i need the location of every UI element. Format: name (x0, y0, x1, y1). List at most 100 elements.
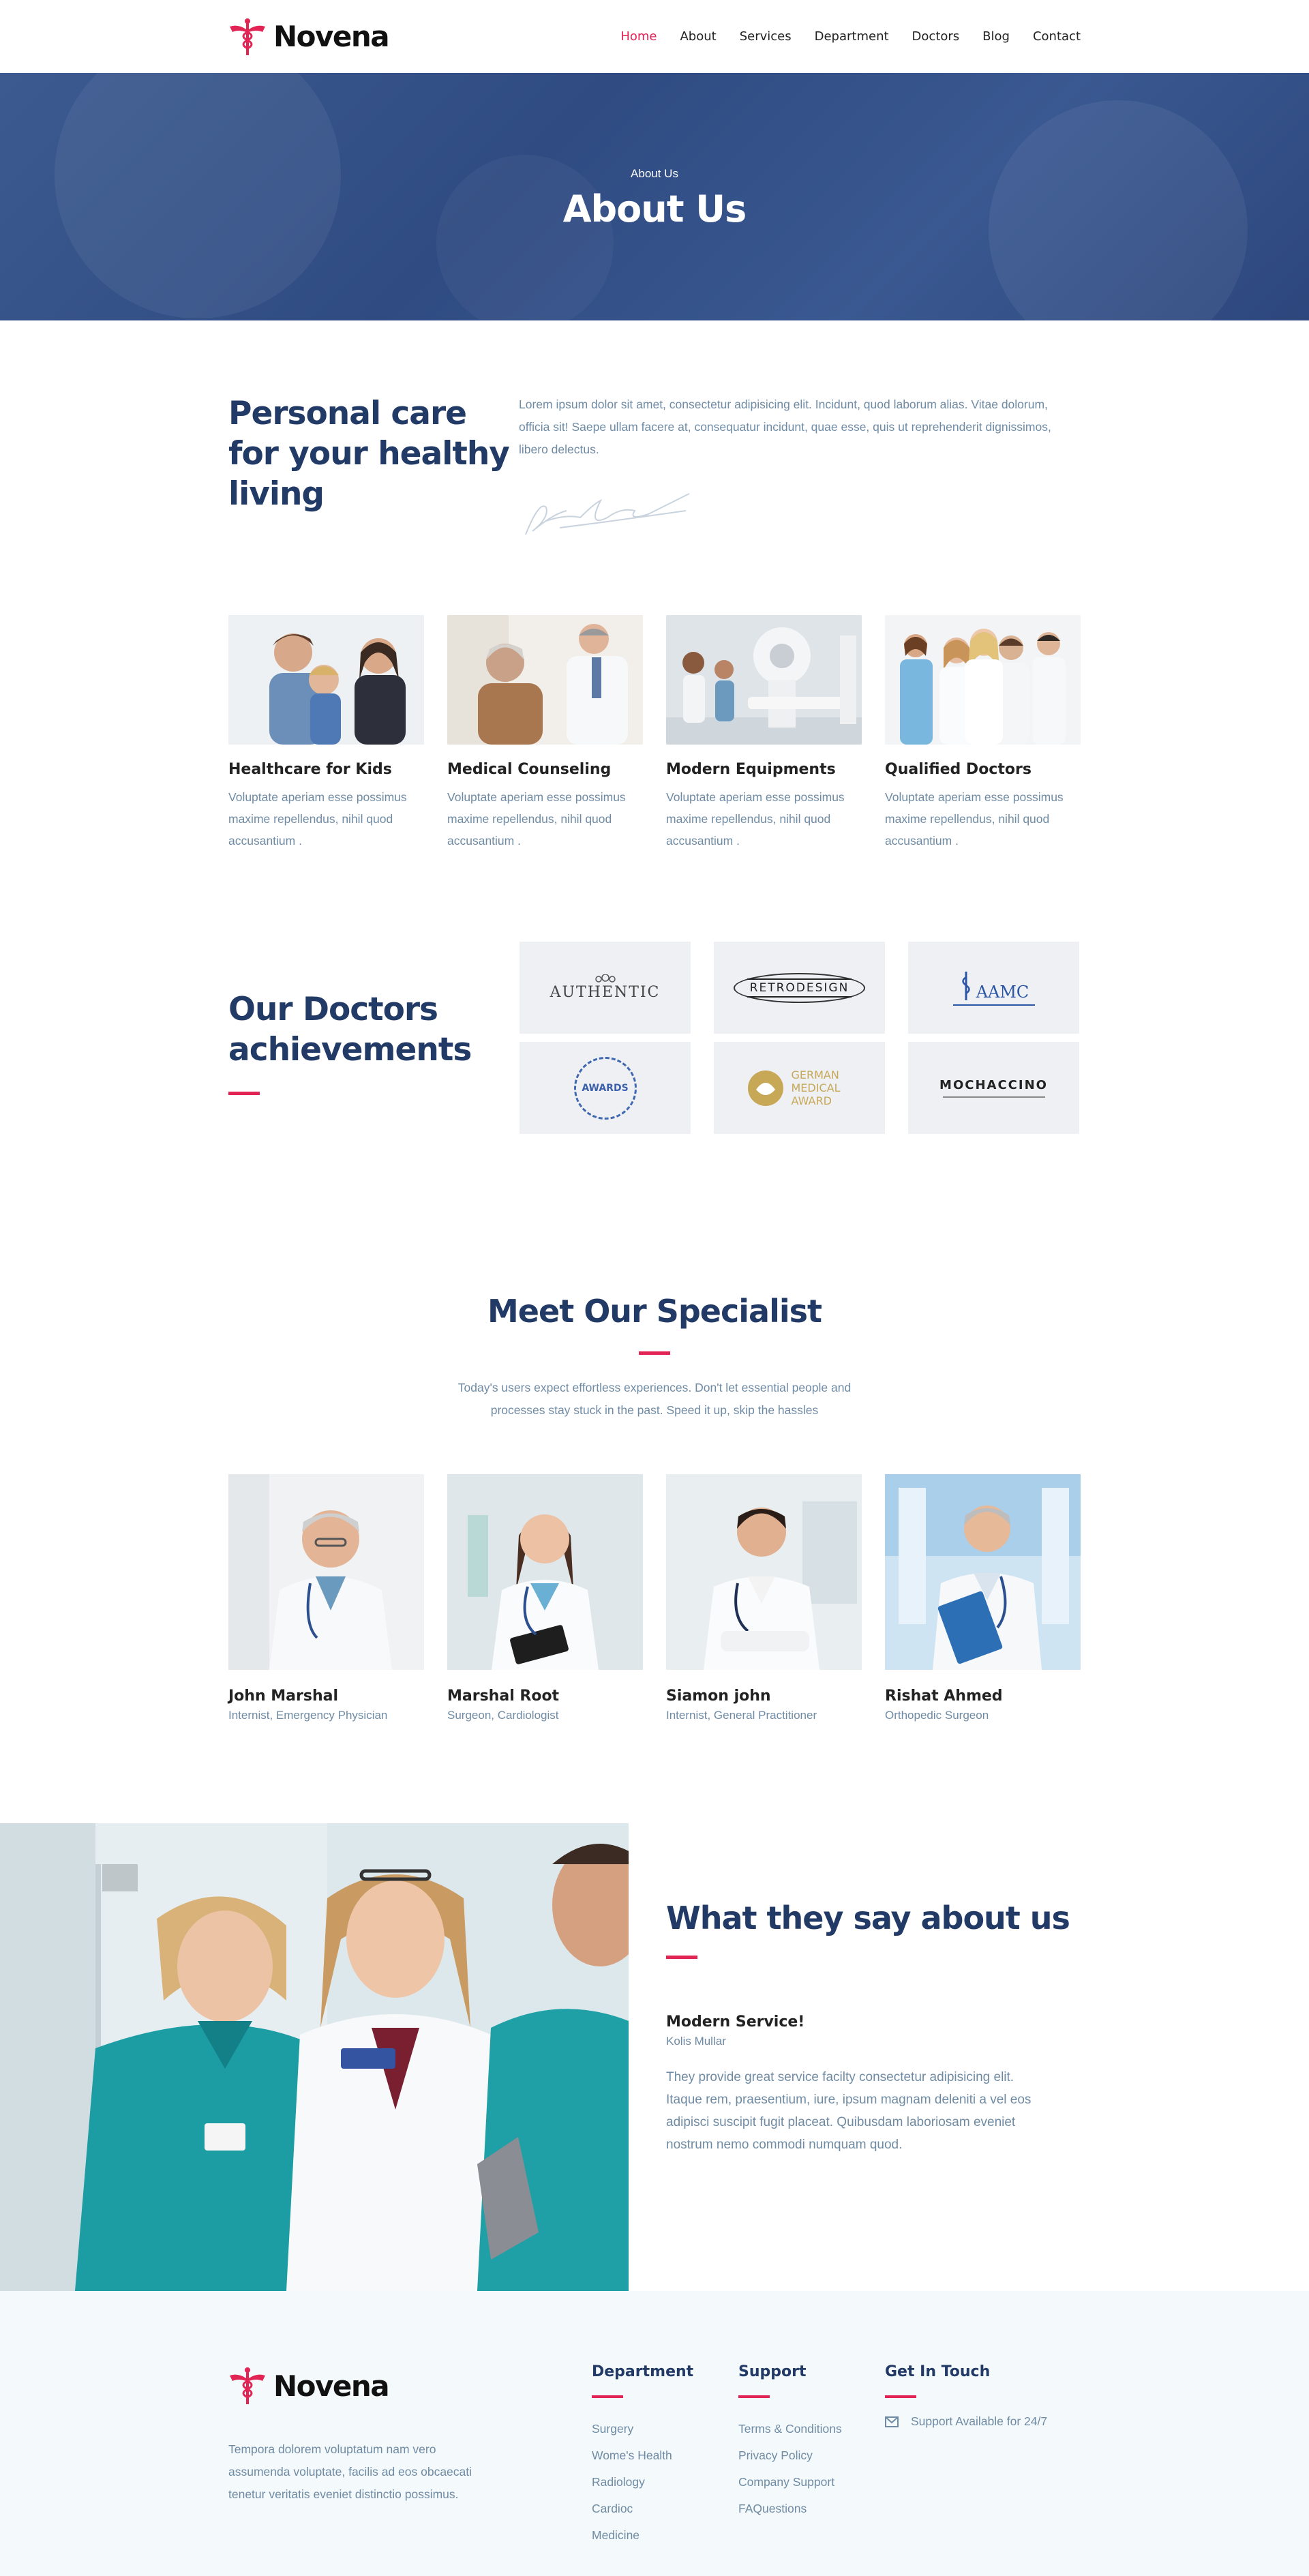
footer-link[interactable]: Medicine (592, 2522, 738, 2549)
testimonial-section: What they say about us Modern Service! K… (0, 1823, 1309, 2291)
medical-team-photo (0, 1823, 629, 2291)
email-icon (885, 2416, 899, 2427)
brand-name: Novena (273, 2369, 390, 2403)
doctor-role: Internist, General Practitioner (666, 1709, 817, 1722)
feature-text: Voluptate aperiam esse possimus maxime r… (666, 790, 845, 848)
title-divider (639, 1351, 670, 1355)
feature-card: Healthcare for Kids Voluptate aperiam es… (228, 615, 424, 852)
title-divider (592, 2395, 623, 2398)
signature-image (525, 493, 690, 535)
page-title: About Us (562, 188, 747, 230)
navbar: Novena Home About Services Department Do… (0, 0, 1309, 73)
doctor-name: Marshal Root (447, 1688, 560, 1705)
doctor-card[interactable]: John Marshal Internist, Emergency Physic… (228, 1474, 424, 1722)
nav-item-blog[interactable]: Blog (982, 29, 1010, 44)
doctor-role: Orthopedic Surgeon (885, 1709, 989, 1722)
doctor-photo (228, 1474, 424, 1670)
quote-author: Kolis Mullar (666, 2035, 726, 2048)
feature-card: Medical Counseling Voluptate aperiam ess… (447, 615, 643, 852)
intro-text: Lorem ipsum dolor sit amet, consectetur … (519, 398, 1051, 456)
doctor-name: John Marshal (228, 1688, 339, 1705)
doctor-name: Siamon john (666, 1688, 771, 1705)
footer-link[interactable]: Wome's Health (592, 2442, 738, 2469)
logo-underline (942, 1096, 1045, 1098)
award-logo-retrodesign: RETRODESIGN (714, 942, 885, 1034)
nav-item-services[interactable]: Services (740, 29, 792, 44)
testimonial-title: What they say about us (666, 1900, 1070, 1936)
team-grid: John Marshal Internist, Emergency Physic… (0, 1474, 1309, 1722)
footer-link[interactable]: Radiology (592, 2469, 738, 2496)
feature-title: Healthcare for Kids (228, 761, 392, 778)
intro-section: Personal care for your healthy living Lo… (0, 393, 1309, 552)
footer-link[interactable]: Company Support (738, 2469, 885, 2496)
footer-link[interactable]: Privacy Policy (738, 2442, 885, 2469)
achievements-section: Our Doctors achievements AUTHENTIC RETRO… (0, 942, 1309, 1134)
nav-item-home[interactable]: Home (620, 29, 657, 44)
footer-link[interactable]: FAQuestions (738, 2496, 885, 2522)
footer-column-title: Department (592, 2363, 694, 2380)
nav-item-about[interactable]: About (680, 29, 716, 44)
main-menu: Home About Services Department Doctors B… (620, 29, 1081, 44)
doctor-photo (447, 1474, 643, 1670)
logo-underline (952, 1004, 1035, 1006)
contact-support[interactable]: Support Available for 24/7 (885, 2414, 1076, 2429)
award-logo-mochaccino: MOCHACCINO (908, 1042, 1079, 1134)
footer-link[interactable]: Cardioc (592, 2496, 738, 2522)
doctor-role: Surgeon, Cardiologist (447, 1709, 559, 1722)
feature-title: Modern Equipments (666, 761, 836, 778)
title-divider (738, 2395, 770, 2398)
doctor-role: Internist, Emergency Physician (228, 1709, 388, 1722)
footer-column-title: Support (738, 2363, 807, 2380)
nav-item-contact[interactable]: Contact (1033, 29, 1081, 44)
caduceus-icon (230, 18, 265, 55)
footer-column-title: Get In Touch (885, 2363, 991, 2380)
nav-item-doctors[interactable]: Doctors (912, 29, 960, 44)
feature-card: Qualified Doctors Voluptate aperiam esse… (885, 615, 1081, 852)
doctor-card[interactable]: Siamon john Internist, General Practitio… (666, 1474, 862, 1722)
award-logo-aamc: AAMC (908, 942, 1079, 1034)
award-logo-authentic: AUTHENTIC (520, 942, 691, 1034)
award-logos-grid: AUTHENTIC RETRODESIGN AAMC AWARDS GERMAN… (520, 942, 1079, 1134)
award-logo-german-medical: GERMAN MEDICAL AWARD (714, 1042, 885, 1134)
specialists-description: Today's users expect effortless experien… (457, 1381, 852, 1417)
page-hero: About Us About Us (0, 73, 1309, 320)
doctor-photo (666, 1474, 862, 1670)
brand-logo[interactable]: Novena (228, 17, 390, 57)
footer-contact: Get In Touch Support Available for 24/7 (885, 2363, 1076, 2549)
caduceus-icon (961, 971, 970, 1000)
award-emblem-icon (747, 1070, 783, 1106)
intro-title: Personal care for your healthy living (228, 395, 510, 513)
feature-card: Modern Equipments Voluptate aperiam esse… (666, 615, 862, 852)
feature-text: Voluptate aperiam esse possimus maxime r… (447, 790, 626, 848)
feature-text: Voluptate aperiam esse possimus maxime r… (885, 790, 1064, 848)
feature-title: Qualified Doctors (885, 761, 1032, 778)
doctor-card[interactable]: Rishat Ahmed Orthopedic Surgeon (885, 1474, 1081, 1722)
feature-title: Medical Counseling (447, 761, 612, 778)
footer-link[interactable]: Surgery (592, 2416, 738, 2442)
feature-text: Voluptate aperiam esse possimus maxime r… (228, 790, 407, 848)
equipment-photo (666, 615, 862, 745)
doctors-group-photo (885, 615, 1081, 745)
quote-text: They provide great service facilty conse… (666, 2070, 1032, 2152)
contact-text: Support Available for 24/7 (911, 2414, 1048, 2428)
caduceus-icon (230, 2367, 265, 2404)
title-divider (666, 1956, 697, 1959)
footer-department: Department Surgery Wome's Health Radiolo… (592, 2363, 738, 2549)
footer-brand-logo[interactable]: Novena (228, 2366, 592, 2406)
crown-icon (595, 974, 616, 983)
kids-healthcare-photo (228, 615, 424, 745)
doctor-name: Rishat Ahmed (885, 1688, 1003, 1705)
quote-title: Modern Service! (666, 2013, 805, 2031)
specialists-title: Meet Our Specialist (487, 1293, 822, 1330)
hero-subtitle: About Us (631, 167, 678, 180)
footer-link[interactable]: Terms & Conditions (738, 2416, 885, 2442)
specialists-section: Meet Our Specialist Today's users expect… (0, 1293, 1309, 1422)
achievements-title: Our Doctors achievements (228, 991, 472, 1068)
nav-item-department[interactable]: Department (815, 29, 889, 44)
doctor-card[interactable]: Marshal Root Surgeon, Cardiologist (447, 1474, 643, 1722)
doctor-photo (885, 1474, 1081, 1670)
title-divider (228, 1092, 260, 1095)
footer-support: Support Terms & Conditions Privacy Polic… (738, 2363, 885, 2549)
brand-name: Novena (273, 20, 390, 53)
features-section: Healthcare for Kids Voluptate aperiam es… (0, 615, 1309, 852)
